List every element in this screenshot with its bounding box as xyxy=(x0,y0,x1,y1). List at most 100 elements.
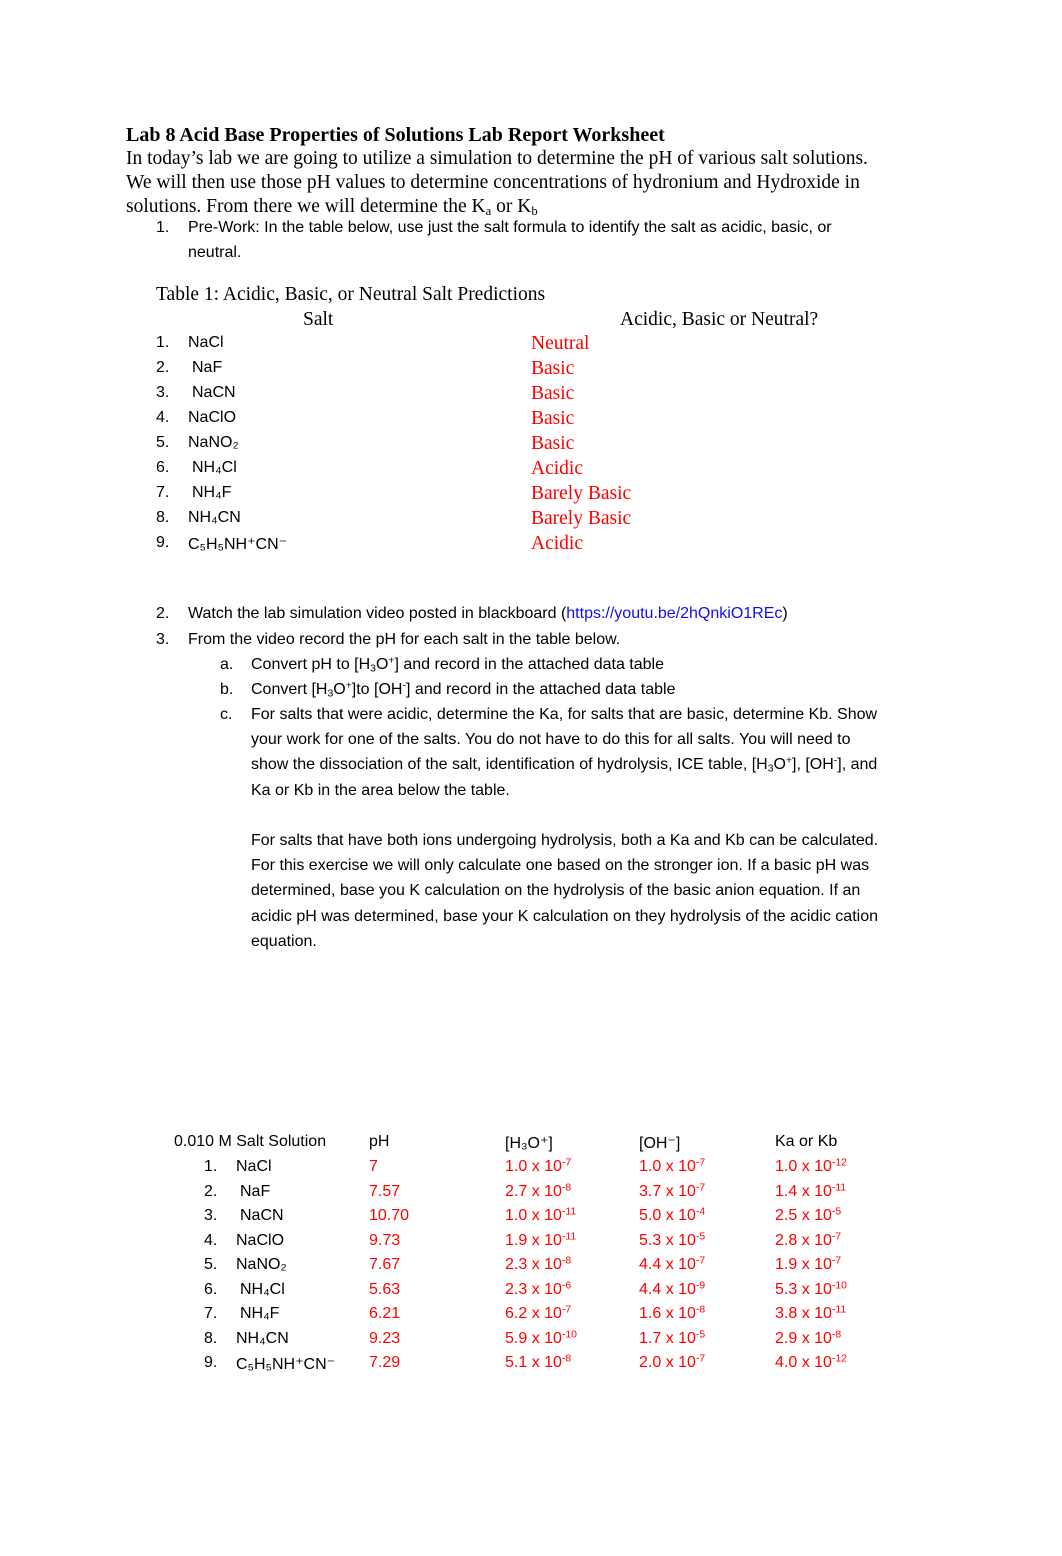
intro-or: or K xyxy=(491,196,532,217)
data-row-k-exponent: -12 xyxy=(831,1157,847,1169)
step-3-number: 3. xyxy=(156,631,170,648)
step-2-text-after: ) xyxy=(782,605,788,622)
step-3c-para2-line-5: equation. xyxy=(251,933,317,950)
data-row-h3o: 5.1 x 10-8 xyxy=(505,1354,571,1372)
data-row-oh: 1.6 x 10-8 xyxy=(639,1305,705,1323)
intro-line-3: solutions. From there we will determine … xyxy=(126,196,538,218)
step-3b-letter: b. xyxy=(220,681,234,698)
step-3c-post: ], and xyxy=(837,756,878,773)
data-row-h3o: 6.2 x 10-7 xyxy=(505,1305,571,1323)
data-row-k-exponent: -12 xyxy=(831,1353,847,1365)
data-row-oh-exponent: -7 xyxy=(695,1181,706,1193)
data-row-ph: 7.67 xyxy=(369,1256,401,1273)
data-row-ph: 7 xyxy=(369,1158,378,1175)
table-1-row-number: 3. xyxy=(156,384,170,401)
table-1-prediction: Basic xyxy=(531,383,575,404)
data-row-salt: NaF xyxy=(240,1182,271,1200)
data-row-salt: NaClO xyxy=(236,1231,285,1249)
data-row-h3o-exponent: -8 xyxy=(561,1181,572,1193)
data-row-k-exponent: -10 xyxy=(831,1279,847,1291)
table-1-row-number: 4. xyxy=(156,409,170,426)
data-row-k-mantissa: 1.9 x 10 xyxy=(775,1256,832,1273)
data-row-h3o-mantissa: 5.9 x 10 xyxy=(505,1329,562,1347)
data-row-h3o-exponent: -8 xyxy=(561,1255,572,1267)
table-1-prediction: Barely Basic xyxy=(531,483,632,504)
data-row-salt: NH₄Cl xyxy=(240,1280,285,1298)
data-table-header-oh: [OH⁻] xyxy=(639,1135,681,1152)
data-row-oh-mantissa: 5.0 x 10 xyxy=(639,1207,696,1224)
data-row-h3o-exponent: -11 xyxy=(561,1206,577,1218)
data-row-k-mantissa: 5.3 x 10 xyxy=(775,1280,832,1298)
data-table-header-salt: 0.010 M Salt Solution xyxy=(174,1133,327,1150)
data-row-salt: NaNO₂ xyxy=(236,1256,287,1273)
step-3-text: From the video record the pH for each sa… xyxy=(188,631,621,648)
data-row-oh-mantissa: 1.0 x 10 xyxy=(639,1158,696,1175)
table-1-row-number: 7. xyxy=(156,484,170,501)
data-row-h3o: 1.0 x 10-7 xyxy=(505,1158,571,1176)
data-row-oh-mantissa: 2.0 x 10 xyxy=(639,1354,696,1371)
data-row-oh-exponent: -7 xyxy=(695,1157,706,1169)
step-3c-line-2: your work for one of the salts. You do n… xyxy=(251,731,851,748)
step-2-text-before: Watch the lab simulation video posted in… xyxy=(188,605,567,622)
data-row-number: 4. xyxy=(204,1231,218,1249)
table-1-row-number: 5. xyxy=(156,434,170,451)
data-row-ph: 9.73 xyxy=(369,1231,401,1249)
video-link[interactable]: https://youtu.be/2hQnkiO1REc xyxy=(566,605,782,622)
data-row-oh-exponent: -4 xyxy=(695,1206,706,1218)
step-3c-para2-line-4: acidic pH was determined, base your K ca… xyxy=(251,908,878,925)
data-row-oh-mantissa: 4.4 x 10 xyxy=(639,1256,696,1273)
data-row-h3o: 2.3 x 10-6 xyxy=(505,1280,571,1299)
table-1-header-answer: Acidic, Basic or Neutral? xyxy=(620,309,819,330)
table-1-salt: NaNO₂ xyxy=(188,434,239,451)
data-row-h3o-mantissa: 5.1 x 10 xyxy=(505,1354,562,1371)
data-row-oh-mantissa: 1.7 x 10 xyxy=(639,1329,696,1347)
data-row-oh: 5.0 x 10-4 xyxy=(639,1207,705,1225)
step-3a-pre: Convert pH to [H xyxy=(251,656,371,673)
step-3c-line-3-pre: show the dissociation of the salt, ident… xyxy=(251,756,768,773)
data-row-k-exponent: -7 xyxy=(831,1230,842,1242)
step-1-line-1: Pre-Work: In the table below, use just t… xyxy=(188,219,832,236)
data-row-number: 6. xyxy=(204,1280,218,1298)
data-row-k: 1.0 x 10-12 xyxy=(775,1158,847,1176)
data-row-h3o: 2.3 x 10-8 xyxy=(505,1256,571,1274)
data-row-salt: NH₄CN xyxy=(236,1329,289,1347)
table-1-header-salt: Salt xyxy=(303,309,334,330)
data-row-oh-exponent: -8 xyxy=(695,1304,706,1316)
data-row-oh-mantissa: 3.7 x 10 xyxy=(639,1182,696,1200)
data-row-k-mantissa: 1.4 x 10 xyxy=(775,1182,832,1200)
table-1-row-number: 1. xyxy=(156,334,170,351)
data-row-k: 2.5 x 10-5 xyxy=(775,1207,841,1225)
data-row-k-exponent: -7 xyxy=(831,1255,842,1267)
data-table-header-ph: pH xyxy=(369,1133,390,1150)
table-1-prediction: Basic xyxy=(531,408,575,429)
data-row-h3o-mantissa: 2.7 x 10 xyxy=(505,1182,562,1200)
data-row-k: 2.9 x 10-8 xyxy=(775,1328,842,1348)
step-3c-mid2: ], [OH xyxy=(792,756,834,773)
step-3b-mid: O xyxy=(333,681,346,698)
data-row-k-mantissa: 2.9 x 10 xyxy=(775,1329,832,1347)
table-1-row-number: 8. xyxy=(156,509,170,526)
data-table-header-h3o: [H₃O⁺] xyxy=(505,1135,553,1152)
table-1-prediction: Basic xyxy=(531,433,575,454)
data-row-k-exponent: -11 xyxy=(831,1181,847,1193)
data-row-oh-exponent: -9 xyxy=(695,1279,706,1291)
step-3c-line-3: show the dissociation of the salt, ident… xyxy=(251,756,878,775)
data-row-number: 8. xyxy=(204,1329,218,1347)
table-1-salt: NaF xyxy=(192,359,223,376)
data-row-h3o: 1.0 x 10-11 xyxy=(505,1207,576,1225)
intro-line-2: We will then use those pH values to dete… xyxy=(126,172,860,193)
data-row-k-exponent: -8 xyxy=(831,1328,842,1340)
data-row-h3o-exponent: -7 xyxy=(561,1304,572,1316)
table-1-salt: NH₄Cl xyxy=(192,459,237,476)
step-3c-letter: c. xyxy=(220,706,233,723)
step-3b-text: Convert [H3O+]to [OH-] and record in the… xyxy=(251,681,675,700)
data-row-h3o-mantissa: 1.0 x 10 xyxy=(505,1207,562,1224)
data-row-number: 3. xyxy=(204,1207,218,1224)
data-row-ph: 7.57 xyxy=(369,1182,401,1200)
step-3c-line-4: Ka or Kb in the area below the table. xyxy=(251,782,510,799)
table-1-salt: NaCN xyxy=(192,384,236,401)
data-row-k-mantissa: 2.8 x 10 xyxy=(775,1231,832,1249)
data-row-h3o-exponent: -8 xyxy=(561,1353,572,1365)
intro-line-1: In today’s lab we are going to utilize a… xyxy=(126,148,868,169)
data-row-number: 5. xyxy=(204,1256,218,1273)
